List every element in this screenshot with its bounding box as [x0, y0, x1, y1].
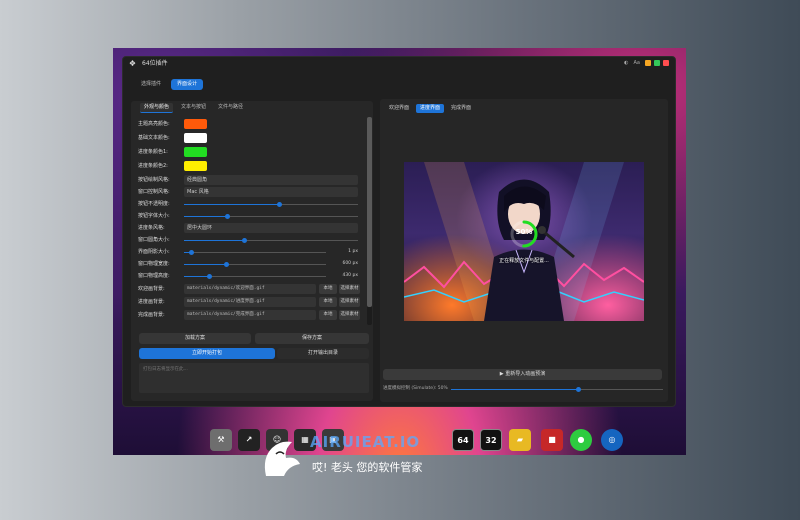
log-output[interactable]: 打包日志将显示在此... [139, 363, 369, 393]
slider-thumb[interactable] [575, 386, 581, 392]
half-moon-icon[interactable]: ◐ [624, 60, 628, 66]
row-shadow-size: 界面阴影大小: 1 px [138, 249, 358, 255]
close-button[interactable] [663, 60, 669, 66]
row-progress-bg: 进度画背景: materials/dynamic/进度界面.gif 本地 选择素… [138, 297, 360, 307]
app-window: ❖ 64位插件 ◐ Aa 选择插件 界面设计 外观与颜色 文本与按钮 文件与路径… [122, 56, 676, 407]
window-title: 64位插件 [142, 60, 168, 67]
load-scheme-button[interactable]: 加载方案 [139, 333, 251, 344]
progress-bg-local-button[interactable]: 本地 [319, 297, 337, 307]
row-button-font-size: 按钮字体大小: [138, 211, 360, 221]
row-window-height: 窗口物理高度: 430 px [138, 273, 358, 279]
progress-color-1-swatch[interactable] [184, 147, 207, 157]
welcome-bg-path-input[interactable]: materials/dynamic/欢迎界面.gif [184, 284, 316, 294]
reimport-animation-button[interactable]: ▶ 重新导入动画预演 [383, 369, 662, 380]
language-toggle[interactable]: Aa [634, 60, 640, 66]
minimize-button[interactable] [645, 60, 651, 66]
window-control-style-select[interactable]: Mac 风格 [184, 187, 358, 197]
tab-welcome-screen[interactable]: 欢迎界面 [385, 104, 413, 113]
slider-thumb[interactable] [224, 261, 230, 267]
subtab-files-paths[interactable]: 文件与路径 [214, 103, 247, 113]
progress-caption: 正在释放文件与配置... [499, 258, 549, 264]
shadow-size-slider[interactable] [184, 249, 326, 255]
arrow-tool-icon[interactable]: ↗ [238, 429, 260, 451]
window-radius-slider[interactable] [184, 237, 358, 243]
subtab-appearance[interactable]: 外观与颜色 [140, 103, 174, 113]
circle-app-icon[interactable]: ◎ [601, 429, 623, 451]
preview-image: 50% 正在释放文件与配置... [404, 162, 644, 321]
window-height-value: 430 px [342, 273, 358, 278]
theme-color-swatch[interactable] [184, 119, 207, 129]
simulate-slider[interactable] [451, 386, 663, 392]
save-scheme-button[interactable]: 保存方案 [255, 333, 369, 344]
mascot-logo [264, 441, 300, 476]
progress-bg-choose-button[interactable]: 选择素材 [339, 297, 360, 307]
start-package-button[interactable]: 立即开始打包 [139, 348, 275, 359]
row-window-radius: 窗口圆角大小: [138, 235, 360, 245]
row-progress-color-1: 进度条颜色1: [138, 147, 360, 157]
row-button-opacity: 按钮不透明度: [138, 199, 360, 209]
complete-bg-path-input[interactable]: materials/dynamic/完成界面.gif [184, 310, 316, 320]
subtab-text-buttons[interactable]: 文本与按钮 [177, 103, 210, 113]
slider-thumb[interactable] [207, 273, 213, 279]
slider-thumb[interactable] [277, 201, 283, 207]
wechat-icon[interactable]: ● [570, 429, 592, 451]
welcome-bg-local-button[interactable]: 本地 [319, 284, 337, 294]
row-welcome-bg: 欢迎画背景: materials/dynamic/欢迎界面.gif 本地 选择素… [138, 284, 360, 294]
settings-subtabs: 外观与颜色 文本与按钮 文件与路径 [140, 103, 247, 113]
tab-complete-screen[interactable]: 完成界面 [447, 104, 475, 113]
complete-bg-choose-button[interactable]: 选择素材 [339, 310, 360, 320]
open-output-button[interactable]: 打开输出目录 [277, 348, 369, 359]
tab-interface-design[interactable]: 界面设计 [171, 79, 203, 90]
progress-bg-path-input[interactable]: materials/dynamic/进度界面.gif [184, 297, 316, 307]
title-bar[interactable]: ❖ 64位插件 ◐ Aa [123, 57, 675, 71]
row-theme-color: 主题高亮颜色: [138, 119, 360, 129]
progress-color-2-swatch[interactable] [184, 161, 207, 171]
button-font-size-slider[interactable] [184, 213, 358, 219]
window-height-slider[interactable] [184, 273, 326, 279]
row-text-color: 基础文本颜色: [138, 133, 360, 143]
simulate-label: 进度模拟控制 (Simulate): 50% [383, 386, 448, 391]
row-window-control-style: 窗口控制风格: Mac 风格 [138, 187, 360, 197]
slider-thumb[interactable] [188, 249, 194, 255]
progress-percent: 50% [515, 228, 533, 236]
text-color-swatch[interactable] [184, 133, 207, 143]
tab-progress-screen[interactable]: 进度界面 [416, 104, 445, 113]
window-width-slider[interactable] [184, 261, 326, 267]
tab-select-plugin[interactable]: 选择插件 [132, 79, 170, 90]
row-progress-color-2: 进度条颜色2: [138, 161, 360, 171]
scroll-thumb[interactable] [367, 117, 372, 307]
button-opacity-slider[interactable] [184, 201, 358, 207]
row-window-width: 窗口物理宽度: 600 px [138, 261, 358, 267]
progress-style-select[interactable]: 居中大圆环 [184, 223, 358, 233]
badge-32-icon[interactable]: 32 [480, 429, 502, 451]
maximize-button[interactable] [654, 60, 660, 66]
row-button-style: 按钮绘制风格: 经典圆角 [138, 175, 360, 185]
window-controls: ◐ Aa [624, 60, 669, 66]
shadow-size-value: 1 px [348, 249, 358, 254]
watermark-brand: AIRUIEAT.IO [310, 433, 421, 451]
window-width-value: 600 px [342, 261, 358, 266]
settings-scrollbar[interactable] [367, 117, 372, 325]
watermark-slogan: 哎! 老头 您的软件管家 [312, 461, 423, 474]
settings-rows: 主题高亮颜色: 基础文本颜色: 进度条颜色1: 进度条颜色2: 按钮绘制风格: … [134, 115, 360, 325]
app-logo-icon: ❖ [128, 59, 137, 68]
badge-64-icon[interactable]: 64 [452, 429, 474, 451]
settings-panel: 外观与颜色 文本与按钮 文件与路径 主题高亮颜色: 基础文本颜色: 进度条颜色1… [131, 101, 373, 401]
row-complete-bg: 完成画背景: materials/dynamic/完成界面.gif 本地 选择素… [138, 310, 360, 320]
folder-icon[interactable]: ▰ [509, 429, 531, 451]
complete-bg-local-button[interactable]: 本地 [319, 310, 337, 320]
welcome-bg-choose-button[interactable]: 选择素材 [339, 284, 360, 294]
row-progress-style: 进度条风格: 居中大圆环 [138, 223, 360, 233]
slider-thumb[interactable] [225, 213, 230, 219]
toolbox-icon[interactable]: ⚒ [210, 429, 232, 451]
slider-thumb[interactable] [242, 237, 248, 243]
preview-tabs: 欢迎界面 进度界面 完成界面 [385, 104, 475, 113]
preview-panel: 欢迎界面 进度界面 完成界面 50% 正在释放文件与配置... ▶ 重新导入动画… [380, 99, 668, 402]
simulate-row: 进度模拟控制 (Simulate): 50% [383, 384, 665, 393]
button-style-select[interactable]: 经典圆角 [184, 175, 358, 185]
media-icon[interactable]: ■ [541, 429, 563, 451]
